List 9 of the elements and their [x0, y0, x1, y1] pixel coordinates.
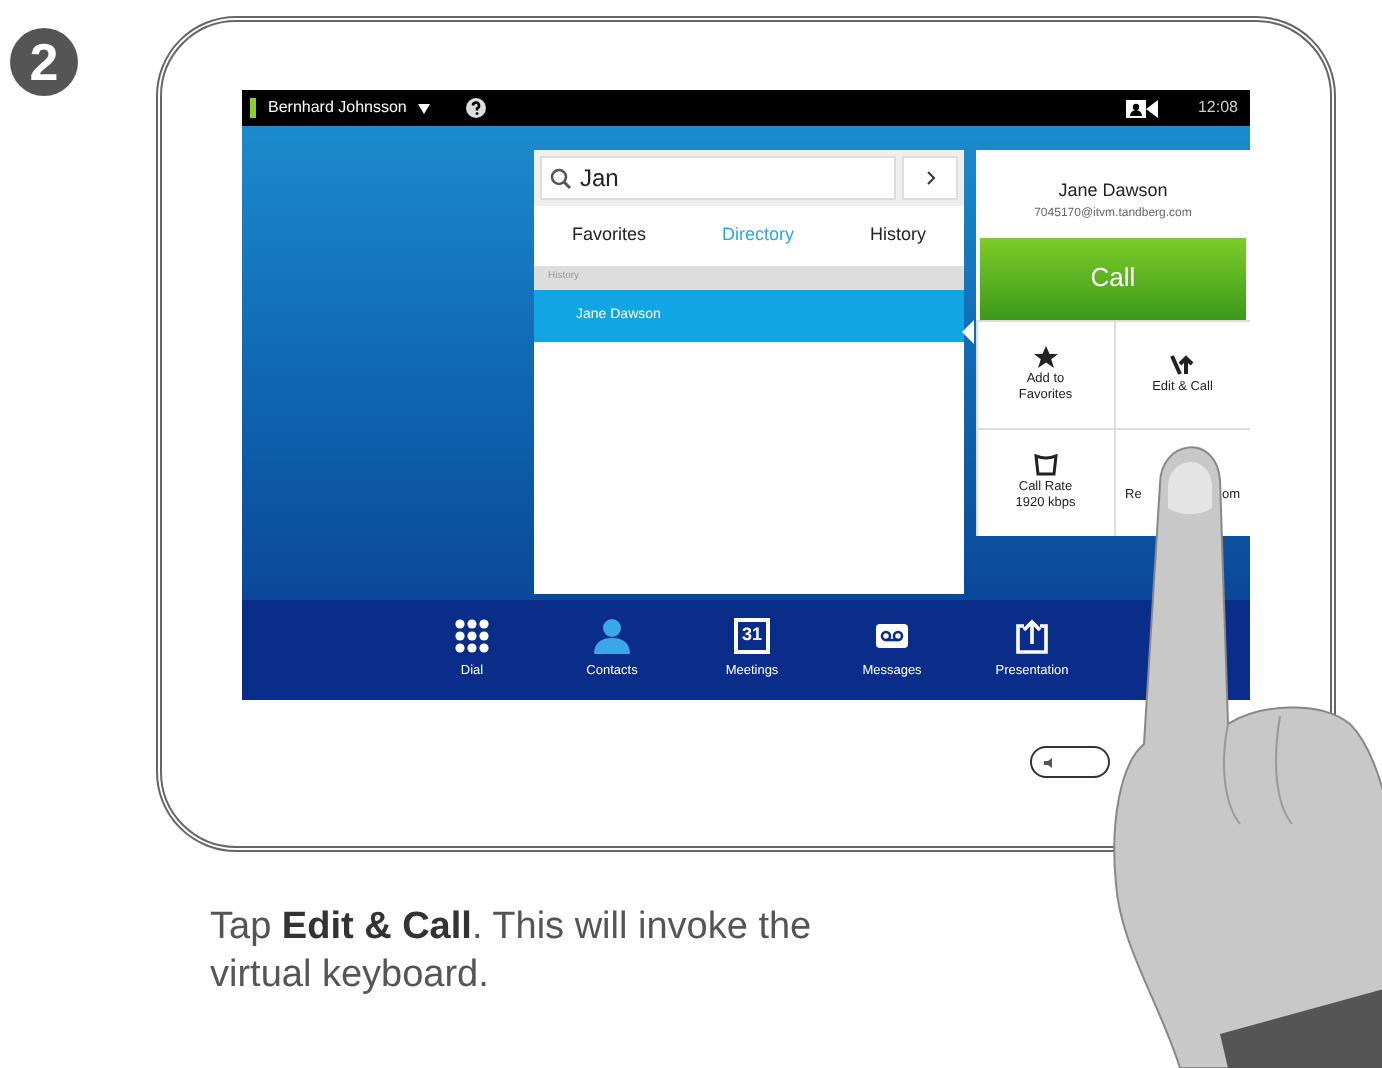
- tab[interactable]: Favorites: [571, 222, 646, 250]
- search-field[interactable]: Jan: [540, 156, 896, 200]
- calendar-icon: 31: [734, 618, 770, 655]
- user-name[interactable]: Bernhard Johnsson: [268, 96, 407, 120]
- step-number: 2: [10, 28, 78, 96]
- contact-name: Jane Dawson: [1056, 178, 1170, 204]
- clock: 12:08: [1197, 96, 1238, 120]
- tab[interactable]: History: [869, 222, 926, 250]
- instruction-text: Tap Edit & Call. This will invoke the virtual keyboard.: [210, 904, 814, 1000]
